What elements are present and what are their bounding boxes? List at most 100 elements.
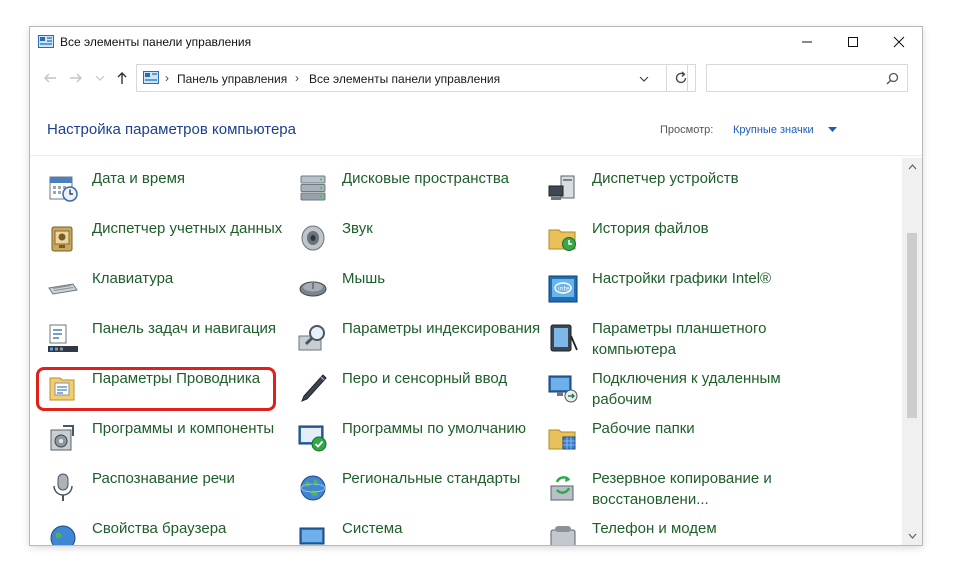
vertical-scrollbar[interactable] <box>902 158 922 545</box>
control-panel-icon <box>38 35 54 48</box>
minimize-icon <box>802 41 812 43</box>
item-label: Панель задач и навигация <box>92 320 277 337</box>
title-bar: Все элементы панели управления <box>30 27 922 57</box>
internet-options-icon <box>50 525 76 545</box>
item-label: Региональные стандарты <box>342 470 521 487</box>
default-programs-icon <box>298 425 327 452</box>
navigation-bar: › Панель управления › Все элементы панел… <box>30 62 922 94</box>
back-button[interactable] <box>40 68 60 88</box>
item-remote-desktop[interactable]: Подключения к удаленным рабочим <box>547 366 787 410</box>
breadcrumb-control-panel[interactable]: Панель управления <box>177 72 287 86</box>
item-label: Перо и сенсорный ввод <box>342 370 508 387</box>
svg-text:intel: intel <box>558 286 572 293</box>
arrow-left-icon <box>44 73 56 83</box>
arrow-up-icon <box>117 72 127 84</box>
item-label: Параметры планшетного компьютера <box>592 320 767 358</box>
item-storage-spaces[interactable]: Дисковые пространства <box>297 166 537 210</box>
page-title: Настройка параметров компьютера <box>47 121 296 138</box>
maximize-button[interactable] <box>830 27 876 57</box>
item-phone-modem[interactable]: Телефон и модем <box>547 516 787 545</box>
calendar-clock-icon <box>49 176 78 202</box>
item-label: Параметры индексирования <box>342 320 541 337</box>
breadcrumb-all-items[interactable]: Все элементы панели управления <box>309 72 500 86</box>
item-region[interactable]: Региональные стандарты <box>297 466 537 510</box>
item-label: История файлов <box>592 220 709 237</box>
item-file-history[interactable]: История файлов <box>547 216 787 260</box>
window-title: Все элементы панели управления <box>60 35 252 49</box>
remote-desktop-icon <box>548 375 578 403</box>
chevron-right-icon: › <box>165 71 169 85</box>
address-bar[interactable]: › Панель управления › Все элементы панел… <box>136 64 688 92</box>
item-label: Дисковые пространства <box>342 170 510 187</box>
item-taskbar-navigation[interactable]: Панель задач и навигация <box>47 316 287 360</box>
highlight-annotation <box>36 367 276 411</box>
item-label: Звук <box>342 220 373 237</box>
up-button[interactable] <box>112 68 132 88</box>
item-indexing-options[interactable]: Параметры индексирования <box>297 316 540 360</box>
item-intel-graphics[interactable]: intel Настройки графики Intel® <box>547 266 787 310</box>
scroll-thumb[interactable] <box>907 233 917 418</box>
item-date-time[interactable]: Дата и время <box>47 166 287 210</box>
chevron-down-icon <box>908 533 916 539</box>
item-pen-touch[interactable]: Перо и сенсорный ввод <box>297 366 537 410</box>
region-icon <box>300 475 326 501</box>
item-label: Подключения к удаленным рабочим <box>592 370 781 408</box>
item-label: Система <box>342 520 403 537</box>
item-credential-manager[interactable]: Диспетчер учетных данных <box>47 216 287 260</box>
maximize-icon <box>848 37 858 47</box>
backup-restore-icon <box>550 476 574 501</box>
item-work-folders[interactable]: Рабочие папки <box>547 416 787 460</box>
item-tablet-settings[interactable]: Параметры планшетного компьютера <box>547 316 787 360</box>
refresh-button[interactable] <box>666 64 696 92</box>
item-label: Диспетчер устройств <box>592 170 739 187</box>
credential-manager-icon <box>51 226 73 252</box>
item-label: Дата и время <box>92 170 186 187</box>
search-input[interactable] <box>706 64 908 92</box>
chevron-down-icon[interactable] <box>639 76 649 83</box>
view-label: Просмотр: <box>660 124 714 136</box>
view-mode-dropdown[interactable]: Крупные значки <box>733 124 814 136</box>
item-device-manager[interactable]: Диспетчер устройств <box>547 166 787 210</box>
item-label: Программы по умолчанию <box>342 420 526 437</box>
item-label: Свойства браузера <box>92 520 227 537</box>
device-manager-icon <box>548 175 575 200</box>
arrow-right-icon <box>70 73 82 83</box>
scroll-down-button[interactable] <box>902 527 922 545</box>
scroll-up-button[interactable] <box>902 158 922 176</box>
item-system[interactable]: Система <box>297 516 537 545</box>
item-programs-features[interactable]: Программы и компоненты <box>47 416 287 460</box>
item-sound[interactable]: Звук <box>297 216 537 260</box>
keyboard-icon <box>48 283 78 295</box>
taskbar-navigation-icon <box>48 324 78 352</box>
item-label: Настройки графики Intel® <box>592 270 772 287</box>
item-speech-recognition[interactable]: Распознавание речи <box>47 466 287 510</box>
item-label: Рабочие папки <box>592 420 695 437</box>
chevron-up-icon <box>908 164 916 170</box>
chevron-right-icon: › <box>295 71 299 85</box>
control-panel-items: Дата и время Дисковые пространства Диспе… <box>30 158 902 545</box>
content-header: Настройка параметров компьютера Просмотр… <box>30 107 922 156</box>
tablet-settings-icon <box>550 324 578 352</box>
item-internet-options[interactable]: Свойства браузера <box>47 516 287 545</box>
item-mouse[interactable]: Мышь <box>297 266 537 310</box>
item-label: Распознавание речи <box>92 470 235 487</box>
minimize-button[interactable] <box>784 27 830 57</box>
item-label: Программы и компоненты <box>92 420 275 437</box>
search-icon <box>886 72 899 85</box>
recent-locations-button[interactable] <box>90 68 110 88</box>
pen-touch-icon <box>301 374 327 402</box>
caret-down-icon[interactable] <box>828 127 837 133</box>
item-label: Мышь <box>342 270 386 287</box>
storage-spaces-icon <box>300 175 326 201</box>
item-keyboard[interactable]: Клавиатура <box>47 266 287 310</box>
item-label: Телефон и модем <box>592 520 717 537</box>
indexing-options-icon <box>298 325 325 351</box>
item-default-programs[interactable]: Программы по умолчанию <box>297 416 537 460</box>
control-panel-icon <box>143 71 159 84</box>
work-folders-icon <box>548 429 576 450</box>
close-button[interactable] <box>876 27 922 57</box>
speech-recognition-icon <box>53 473 73 501</box>
forward-button[interactable] <box>66 68 86 88</box>
item-backup-restore[interactable]: Резервное копирование и восстановлени... <box>547 466 787 510</box>
refresh-icon <box>675 71 687 84</box>
